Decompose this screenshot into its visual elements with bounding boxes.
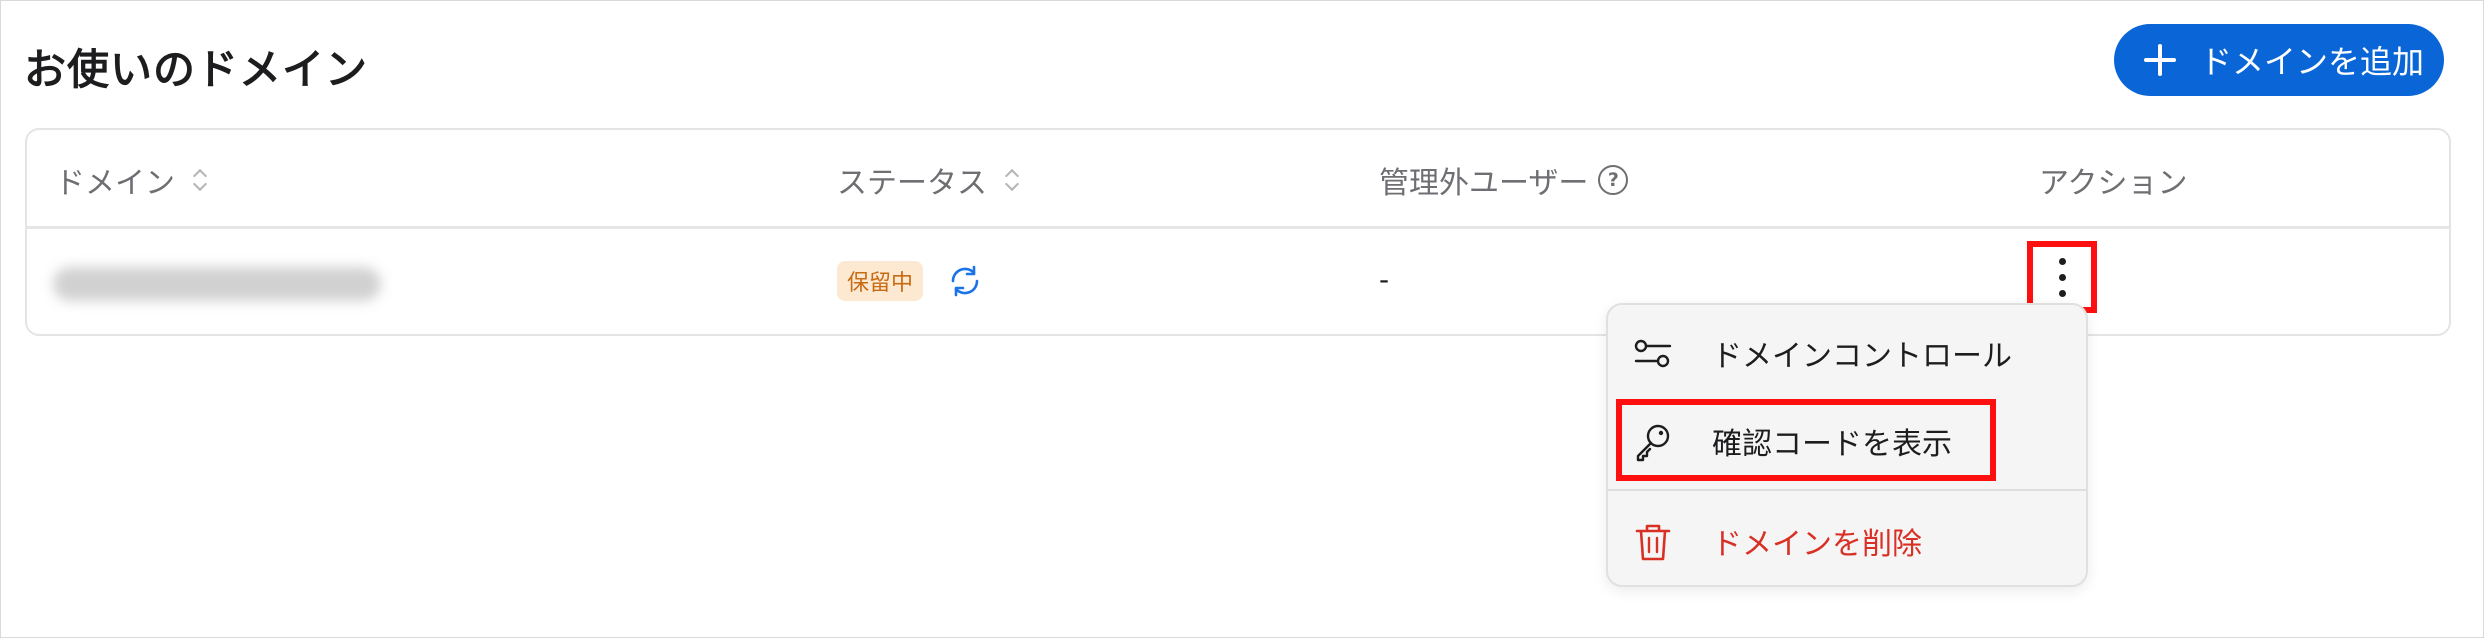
column-header-label: ドメイン [55,166,175,201]
column-header-actions: アクション [2039,158,2188,202]
key-icon [1636,424,1670,462]
column-header-label: ステータス [837,166,987,201]
unmanaged-users-value: - [1379,263,1390,296]
domain-table: ドメイン ステータス 管理外ユーザー ? アクション 保留中 - [25,128,2451,336]
column-header-domain[interactable]: ドメイン [55,158,207,202]
more-dot [2058,257,2066,265]
plus-icon [2142,42,2178,78]
menu-item-label: ドメインを削除 [1712,527,1922,562]
more-dot [2058,273,2066,281]
more-dot [2058,289,2066,297]
refresh-icon[interactable] [947,263,983,299]
menu-item-delete-domain[interactable]: ドメインを削除 [1608,501,2086,581]
row-actions-menu: ドメインコントロール 確認コードを表示 ドメインを削除 [1606,303,2088,587]
help-icon[interactable]: ? [1598,165,1629,195]
column-header-status[interactable]: ステータス [837,158,1019,202]
status-badge: 保留中 [837,261,924,301]
sort-icon[interactable] [193,167,207,193]
column-header-unmanaged-users: 管理外ユーザー ? [1379,158,1629,202]
table-header: ドメイン ステータス 管理外ユーザー ? アクション [27,130,2449,229]
menu-item-label: 確認コードを表示 [1712,427,1952,462]
sliders-icon [1634,339,1672,368]
add-domain-button[interactable]: ドメインを追加 [2114,24,2444,96]
domain-name-redacted [53,267,381,301]
menu-item-label: ドメインコントロール [1712,339,2012,374]
trash-icon [1635,524,1671,561]
menu-divider [1608,489,2086,491]
page-title: お使いのドメイン [24,45,369,94]
column-header-label: 管理外ユーザー [1379,166,1589,201]
add-domain-label: ドメインを追加 [2200,43,2425,81]
column-header-label: アクション [2039,166,2188,201]
menu-item-show-verification-code[interactable]: 確認コードを表示 [1608,399,2086,481]
menu-item-domain-controls[interactable]: ドメインコントロール [1608,313,2086,393]
sort-icon[interactable] [1005,167,1019,193]
